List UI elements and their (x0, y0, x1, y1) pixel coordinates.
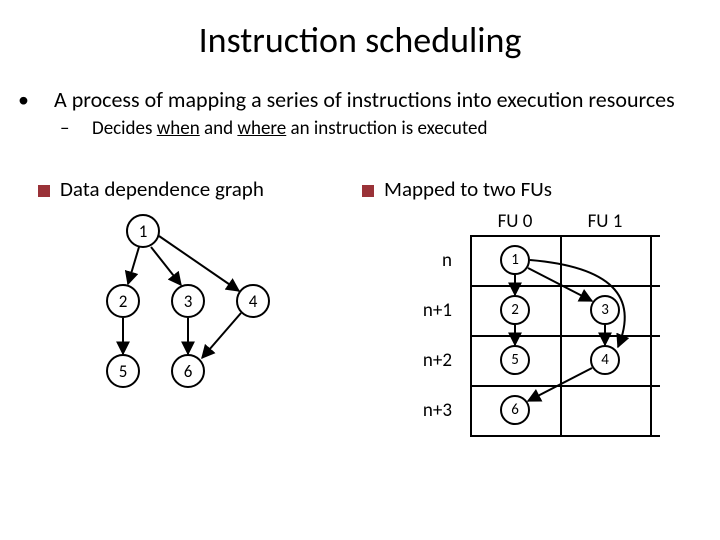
bullet2-when: when (157, 117, 200, 140)
right-column: Mapped to two FUs FU 0 FU 1 (360, 158, 684, 435)
col-header-fu0: FU 0 (470, 210, 560, 233)
bullet2-post: an instruction is executed (286, 117, 487, 140)
bullet-level1: •A process of mapping a series of instru… (36, 86, 684, 113)
slide-title: Instruction scheduling (0, 0, 720, 62)
bullet-dot-icon: • (36, 86, 54, 113)
bullet-level2: –Decides when and where an instruction i… (76, 117, 684, 140)
bottom-row: Data dependence graph (36, 158, 684, 435)
graph-node-1: 1 (126, 214, 160, 248)
bullet2-where: where (237, 117, 286, 140)
content-area: •A process of mapping a series of instru… (0, 62, 720, 435)
graph-node-3: 3 (171, 284, 205, 318)
bullet2-pre: Decides (92, 117, 157, 140)
square-bullet-icon (362, 185, 374, 197)
right-heading: Mapped to two FUs (362, 176, 684, 202)
table-node-3: 3 (590, 295, 620, 325)
bullet-dash-icon: – (76, 117, 92, 140)
left-heading: Data dependence graph (38, 176, 360, 202)
graph-node-6: 6 (171, 354, 205, 388)
graph-node-5: 5 (106, 354, 140, 388)
col-header-fu1: FU 1 (560, 210, 650, 233)
graph-node-4: 4 (236, 284, 270, 318)
graph-node-2: 2 (106, 284, 140, 318)
bullet1-text: A process of mapping a series of instruc… (54, 86, 675, 113)
bullet2-mid: and (200, 117, 238, 140)
right-heading-text: Mapped to two FUs (384, 176, 552, 202)
square-bullet-icon (38, 185, 50, 197)
dependence-graph: 1 2 3 4 5 6 (106, 214, 346, 424)
table-node-5: 5 (500, 345, 530, 375)
table-node-1: 1 (500, 245, 530, 275)
fu-table: FU 0 FU 1 n n+1 n+2 n+3 (360, 210, 680, 435)
table-node-4: 4 (590, 345, 620, 375)
table-node-6: 6 (500, 395, 530, 425)
table-node-2: 2 (500, 295, 530, 325)
table-header: FU 0 FU 1 (360, 210, 680, 233)
left-column: Data dependence graph (36, 158, 360, 435)
left-heading-text: Data dependence graph (60, 176, 264, 202)
header-spacer (360, 210, 470, 233)
table-grid: n n+1 n+2 n+3 (360, 235, 660, 435)
